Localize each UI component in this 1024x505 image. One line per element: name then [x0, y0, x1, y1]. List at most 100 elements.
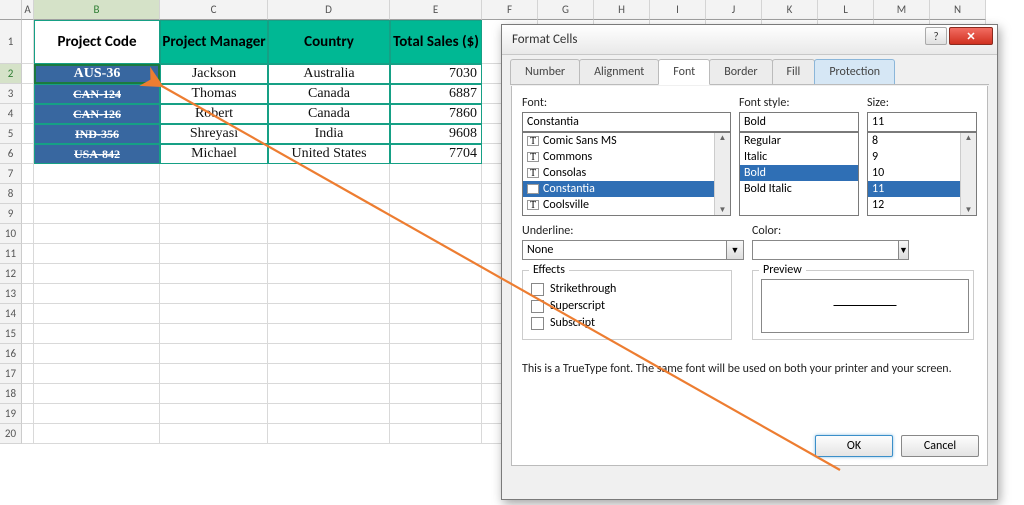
- cell[interactable]: [22, 184, 34, 204]
- tab-fill[interactable]: Fill: [772, 59, 816, 85]
- row-header[interactable]: 8: [0, 184, 22, 204]
- cell[interactable]: [268, 184, 390, 204]
- scrollbar[interactable]: ▲▼: [714, 133, 730, 215]
- cell[interactable]: [160, 224, 268, 244]
- dialog-titlebar[interactable]: Format Cells ? ✕: [502, 25, 997, 55]
- cell[interactable]: [268, 424, 390, 444]
- cell[interactable]: [34, 224, 160, 244]
- cell[interactable]: [160, 404, 268, 424]
- cell[interactable]: [34, 364, 160, 384]
- cell[interactable]: [160, 204, 268, 224]
- help-button[interactable]: ?: [925, 27, 947, 45]
- tab-protection[interactable]: Protection: [814, 59, 895, 85]
- row-header[interactable]: 18: [0, 384, 22, 404]
- row-header[interactable]: 2: [0, 64, 22, 84]
- cell[interactable]: [160, 364, 268, 384]
- cell[interactable]: [22, 324, 34, 344]
- cell[interactable]: [390, 184, 482, 204]
- cell-sales[interactable]: 7860: [390, 104, 482, 124]
- cell[interactable]: [160, 284, 268, 304]
- close-button[interactable]: ✕: [949, 27, 993, 45]
- cell[interactable]: [268, 404, 390, 424]
- cell-country[interactable]: Canada: [268, 84, 390, 104]
- cell[interactable]: [22, 424, 34, 444]
- subscript-checkbox[interactable]: Subscript: [531, 316, 723, 330]
- cell[interactable]: [34, 264, 160, 284]
- cell[interactable]: [22, 164, 34, 184]
- cell-sales[interactable]: 7704: [390, 144, 482, 164]
- row-header[interactable]: 4: [0, 104, 22, 124]
- cell[interactable]: [22, 284, 34, 304]
- row-header[interactable]: 13: [0, 284, 22, 304]
- cell-project-code[interactable]: AUS-36: [34, 64, 160, 84]
- list-item[interactable]: TCoolsville: [523, 197, 730, 213]
- color-input[interactable]: [752, 240, 898, 260]
- superscript-checkbox[interactable]: Superscript: [531, 299, 723, 313]
- cell[interactable]: [34, 324, 160, 344]
- cell[interactable]: [390, 324, 482, 344]
- row-header[interactable]: 5: [0, 124, 22, 144]
- cell-manager[interactable]: Jackson: [160, 64, 268, 84]
- scroll-up-icon[interactable]: ▲: [715, 133, 730, 143]
- cell-country[interactable]: Canada: [268, 104, 390, 124]
- tab-alignment[interactable]: Alignment: [579, 59, 659, 85]
- font-listbox[interactable]: TComic Sans MS TCommons TConsolas TConst…: [522, 132, 731, 216]
- cell[interactable]: [34, 384, 160, 404]
- row-header[interactable]: 6: [0, 144, 22, 164]
- font-input[interactable]: [522, 112, 731, 132]
- cell[interactable]: [34, 304, 160, 324]
- cell[interactable]: [268, 304, 390, 324]
- cell[interactable]: [34, 204, 160, 224]
- cell[interactable]: [390, 204, 482, 224]
- cell[interactable]: [268, 324, 390, 344]
- header-project-code[interactable]: Project Code: [34, 20, 160, 64]
- col-header[interactable]: K: [762, 0, 818, 20]
- row-header[interactable]: 7: [0, 164, 22, 184]
- scroll-down-icon[interactable]: ▼: [961, 205, 976, 215]
- tab-font[interactable]: Font: [658, 59, 710, 85]
- cell[interactable]: [34, 284, 160, 304]
- cell[interactable]: [22, 144, 34, 164]
- cancel-button[interactable]: Cancel: [901, 435, 979, 457]
- scroll-down-icon[interactable]: ▼: [715, 205, 730, 215]
- cell[interactable]: [34, 424, 160, 444]
- row-header[interactable]: 1: [0, 20, 22, 64]
- cell[interactable]: [390, 244, 482, 264]
- cell[interactable]: [34, 184, 160, 204]
- cell[interactable]: [268, 244, 390, 264]
- list-item[interactable]: TComic Sans MS: [523, 133, 730, 149]
- col-header[interactable]: D: [268, 0, 390, 20]
- strikethrough-checkbox[interactable]: Strikethrough: [531, 282, 723, 296]
- cell[interactable]: [268, 344, 390, 364]
- size-input[interactable]: [867, 112, 977, 132]
- cell[interactable]: [22, 344, 34, 364]
- col-header[interactable]: A: [22, 0, 34, 20]
- col-header[interactable]: H: [594, 0, 650, 20]
- cell[interactable]: [268, 264, 390, 284]
- cell[interactable]: [22, 224, 34, 244]
- row-header[interactable]: 14: [0, 304, 22, 324]
- cell-sales[interactable]: 7030: [390, 64, 482, 84]
- cell[interactable]: [34, 344, 160, 364]
- cell[interactable]: [268, 384, 390, 404]
- row-header[interactable]: 10: [0, 224, 22, 244]
- row-header[interactable]: 3: [0, 84, 22, 104]
- cell[interactable]: [160, 184, 268, 204]
- cell-country[interactable]: Australia: [268, 64, 390, 84]
- cell[interactable]: [160, 164, 268, 184]
- cell[interactable]: [390, 284, 482, 304]
- cell-manager[interactable]: Robert: [160, 104, 268, 124]
- cell[interactable]: [160, 384, 268, 404]
- row-header[interactable]: 11: [0, 244, 22, 264]
- color-combo[interactable]: ▼: [752, 240, 862, 260]
- cell[interactable]: [268, 224, 390, 244]
- col-header[interactable]: L: [818, 0, 874, 20]
- col-header[interactable]: G: [538, 0, 594, 20]
- size-listbox[interactable]: 8 9 10 11 12 14 ▲▼: [867, 132, 977, 216]
- cell[interactable]: [34, 164, 160, 184]
- col-header[interactable]: M: [874, 0, 930, 20]
- list-item[interactable]: Italic: [740, 149, 858, 165]
- cell-sales[interactable]: 9608: [390, 124, 482, 144]
- cell[interactable]: [22, 124, 34, 144]
- cell-country[interactable]: India: [268, 124, 390, 144]
